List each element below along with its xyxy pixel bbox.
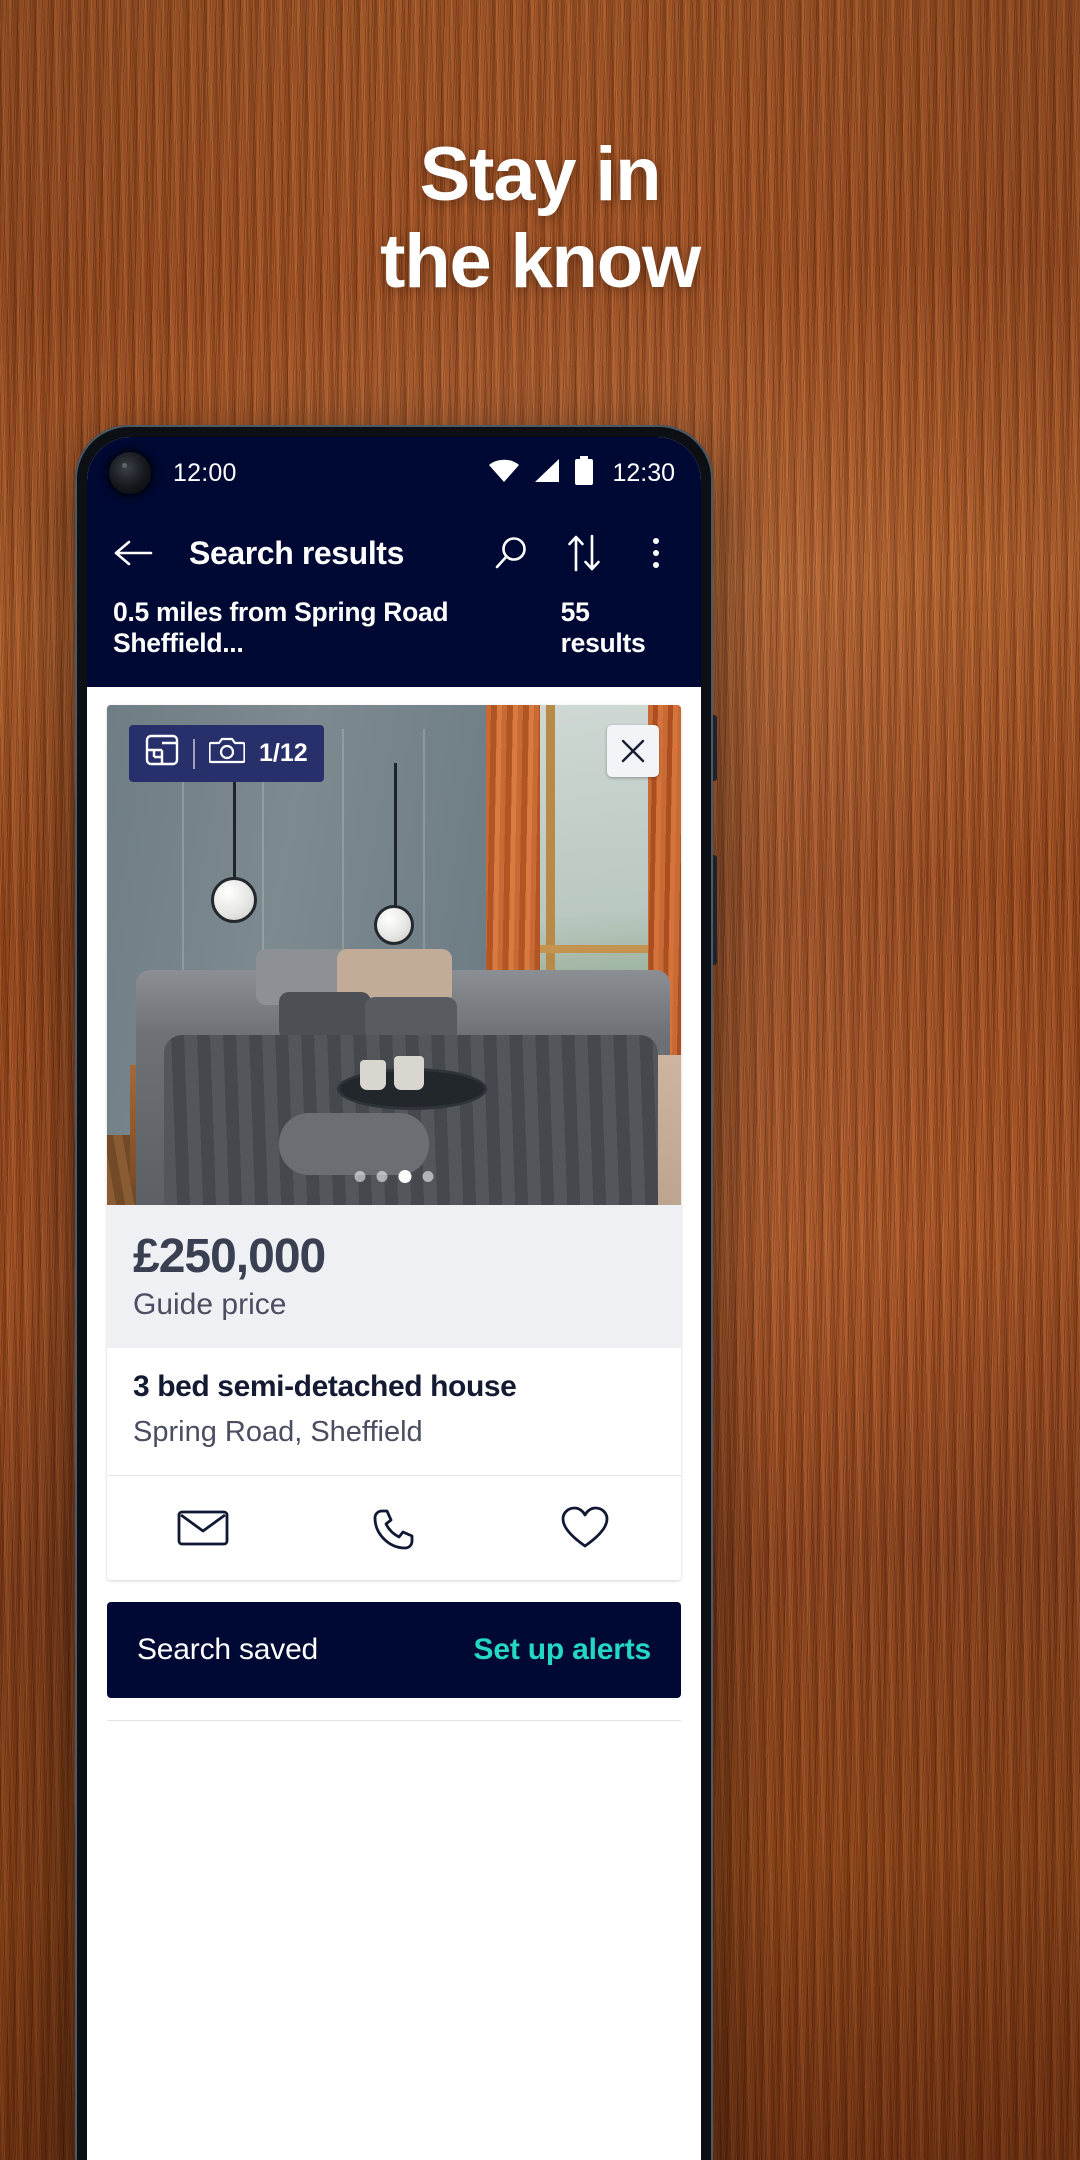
carousel-dot[interactable] — [354, 1171, 366, 1182]
overflow-menu-icon[interactable] — [635, 532, 677, 574]
status-bar: 12:00 12:30 — [87, 437, 701, 509]
carousel-dot-active[interactable] — [398, 1170, 412, 1183]
photo-pendant-lamp — [374, 905, 414, 945]
close-icon[interactable] — [607, 725, 659, 777]
app-bar-actions — [491, 532, 677, 574]
photo-pendant-lamp — [211, 877, 258, 923]
carousel-dot[interactable] — [376, 1171, 388, 1182]
phone-power-button — [712, 855, 717, 965]
carousel-dots[interactable] — [354, 1170, 434, 1183]
signal-icon — [533, 458, 561, 489]
property-details: 3 bed semi-detached house Spring Road, S… — [107, 1348, 681, 1476]
battery-icon — [574, 455, 594, 491]
overflow-dot — [653, 550, 659, 556]
photo-badge[interactable]: 1/12 — [129, 725, 324, 782]
property-address: Spring Road, Sheffield — [133, 1416, 423, 1448]
status-bar-indicators: 12:30 — [488, 455, 675, 491]
property-card[interactable]: 1/12 £250,000 Guide price 3 bed semi-det… — [107, 705, 681, 1580]
search-saved-message: Search saved — [137, 1633, 319, 1666]
floorplan-icon[interactable] — [145, 734, 179, 773]
photo-cup — [394, 1056, 424, 1090]
badge-divider — [193, 738, 195, 769]
overflow-dot — [653, 538, 659, 544]
phone-screen: 12:00 12:30 Search results 0.5 miles fro… — [87, 437, 701, 2160]
photo-counter: 1/12 — [259, 739, 308, 767]
promo-headline-line1: Stay in — [419, 132, 662, 217]
overflow-dot — [653, 562, 659, 568]
promo-headline: Stay in the know — [0, 132, 1080, 305]
results-list: 1/12 £250,000 Guide price 3 bed semi-det… — [87, 687, 701, 1760]
photo-throw-blanket — [279, 1113, 430, 1175]
property-actions — [107, 1476, 681, 1580]
status-bar-clock-right: 12:30 — [612, 458, 675, 487]
set-up-alerts-link[interactable]: Set up alerts — [474, 1633, 652, 1667]
property-price: £250,000 — [133, 1230, 326, 1283]
wifi-icon — [488, 458, 520, 489]
heart-icon[interactable] — [490, 1476, 681, 1580]
photo-cushion — [279, 992, 372, 1040]
sort-icon[interactable] — [563, 532, 605, 574]
email-icon[interactable] — [107, 1476, 298, 1580]
back-arrow-icon[interactable] — [113, 532, 155, 574]
phone-volume-button — [712, 715, 717, 781]
search-summary-bar: 0.5 miles from Spring Road Sheffield... … — [87, 597, 701, 687]
result-count-label: 55 results — [560, 597, 646, 658]
property-title: 3 bed semi-detached house — [133, 1370, 517, 1403]
search-saved-bar: Search saved Set up alerts — [107, 1602, 681, 1698]
status-bar-clock-left: 12:00 — [173, 458, 237, 487]
photo-cup — [359, 1060, 386, 1090]
next-result-card-peek[interactable] — [107, 1720, 681, 1760]
carousel-dot[interactable] — [422, 1171, 434, 1182]
search-icon[interactable] — [491, 532, 533, 574]
front-camera-punch-hole — [109, 452, 151, 494]
promo-headline-line2: the know — [380, 218, 701, 304]
camera-icon[interactable] — [208, 735, 246, 772]
page-title: Search results — [189, 534, 404, 571]
property-photo[interactable]: 1/12 — [107, 705, 681, 1205]
price-section: £250,000 Guide price — [107, 1205, 681, 1348]
phone-mockup: 12:00 12:30 Search results 0.5 miles fro… — [75, 425, 717, 2160]
price-qualifier: Guide price — [133, 1288, 287, 1321]
photo-pendant-cord — [394, 763, 397, 911]
search-location-label[interactable]: 0.5 miles from Spring Road Sheffield... — [113, 597, 561, 659]
app-bar: Search results — [87, 509, 701, 597]
phone-icon[interactable] — [298, 1476, 489, 1580]
